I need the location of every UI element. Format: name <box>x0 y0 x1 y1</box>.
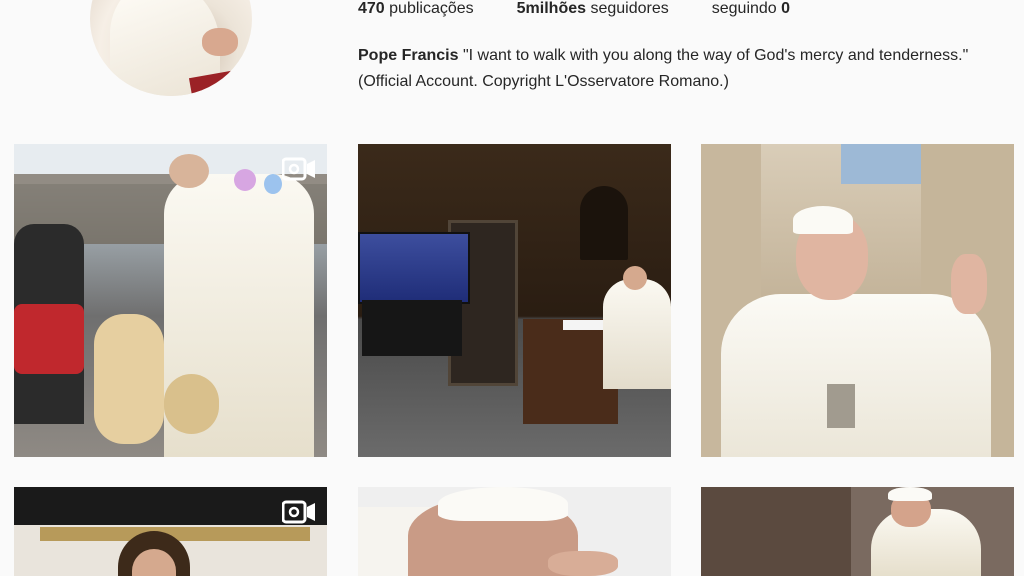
post-tile-4[interactable] <box>14 487 327 576</box>
red-bag <box>14 304 84 374</box>
video-camera-icon <box>281 499 316 525</box>
pope-head-2 <box>623 266 647 290</box>
posts-count: 470 <box>358 0 385 17</box>
profile-avatar[interactable] <box>90 0 252 96</box>
tv-stand <box>362 300 462 356</box>
profile-stats: 470 publicações 5milhões seguidores segu… <box>358 0 790 18</box>
pope-seated <box>603 279 671 389</box>
hand-closeup <box>548 551 618 576</box>
post-tile-6[interactable] <box>701 487 1014 576</box>
zucchetto-6 <box>888 487 932 501</box>
balloon-blue <box>264 174 282 194</box>
balloon-purple <box>234 169 256 191</box>
paper-sheet <box>563 320 605 330</box>
sky-patch <box>841 144 921 184</box>
profile-name: Pope Francis <box>358 47 459 64</box>
followers-stat[interactable]: 5milhões seguidores <box>517 0 669 18</box>
arched-window <box>580 186 628 260</box>
dog-figure <box>94 314 164 444</box>
post-tile-1[interactable] <box>14 144 327 457</box>
posts-label: publicações <box>389 0 474 17</box>
followers-label: seguidores <box>590 0 669 17</box>
avatar-hands <box>202 28 238 56</box>
video-camera-icon <box>281 156 316 182</box>
second-dog <box>164 374 219 434</box>
stairway-wall <box>701 487 851 576</box>
following-count: 0 <box>781 0 791 17</box>
instagram-profile-page: 470 publicações 5milhões seguidores segu… <box>0 0 1024 576</box>
bio-copyright: (Official Account. Copyright L'Osservato… <box>358 73 729 90</box>
raised-hand <box>951 254 987 314</box>
profile-bio: Pope Francis "I want to walk with you al… <box>358 43 1018 95</box>
pope-head <box>169 154 209 188</box>
pectoral-cross <box>827 384 855 428</box>
tv-screen <box>358 232 470 304</box>
zucchetto <box>793 206 853 234</box>
zucchetto-closeup <box>438 487 568 521</box>
post-tile-3[interactable] <box>701 144 1014 457</box>
pope-robe <box>721 294 991 457</box>
post-tile-2[interactable] <box>358 144 671 457</box>
posts-stat: 470 publicações <box>358 0 474 18</box>
bio-first-line: Pope Francis "I want to walk with you al… <box>358 43 1018 69</box>
bio-quote: "I want to walk with you along the way o… <box>462 47 969 64</box>
following-stat[interactable]: seguindo 0 <box>712 0 790 18</box>
following-label: seguindo <box>711 0 777 17</box>
post-tile-5[interactable] <box>358 487 671 576</box>
followers-count: 5milhões <box>516 0 587 17</box>
